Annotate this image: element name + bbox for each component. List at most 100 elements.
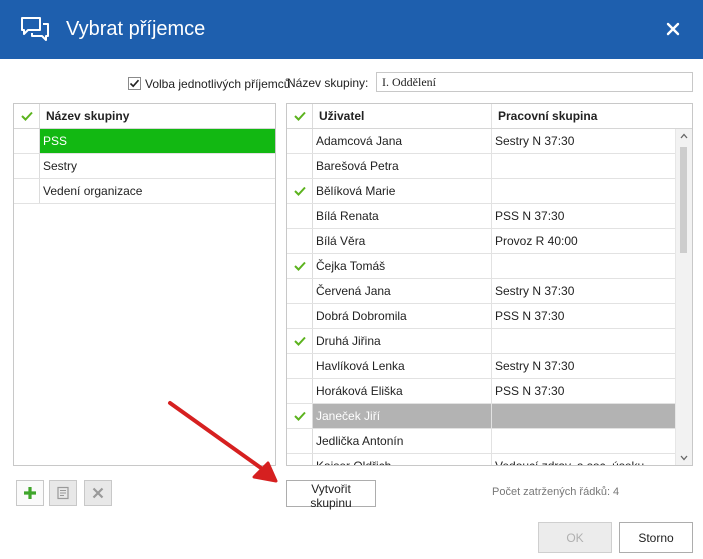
user-row[interactable]: Bílá Věra Provoz R 40:00 bbox=[287, 229, 676, 254]
workgroup-cell: Vedoucí zdrav. a soc. úseku bbox=[495, 459, 645, 466]
group-row[interactable]: Vedení organizace bbox=[14, 179, 275, 204]
scroll-up-icon[interactable] bbox=[680, 133, 688, 139]
user-row[interactable]: Bílá Renata PSS N 37:30 bbox=[287, 204, 676, 229]
user-row[interactable]: Horáková Eliška PSS N 37:30 bbox=[287, 379, 676, 404]
ok-button[interactable]: OK bbox=[538, 522, 612, 553]
user-row[interactable]: Červená Jana Sestry N 37:30 bbox=[287, 279, 676, 304]
plus-icon bbox=[24, 487, 36, 499]
red-arrow-annotation bbox=[168, 401, 278, 483]
group-row[interactable]: Sestry bbox=[14, 154, 275, 179]
row-check-cell[interactable] bbox=[14, 154, 40, 178]
row-check-cell[interactable] bbox=[287, 154, 313, 178]
vertical-scrollbar[interactable] bbox=[675, 129, 692, 465]
users-grid: Uživatel Pracovní skupina Adamcová Jana S… bbox=[286, 103, 693, 466]
group-name-input[interactable] bbox=[376, 72, 693, 92]
cancel-button[interactable]: Storno bbox=[619, 522, 693, 553]
user-name-cell: Havlíková Lenka bbox=[313, 354, 492, 378]
user-name-cell: Červená Jana bbox=[313, 279, 492, 303]
group-row[interactable]: PSS bbox=[14, 129, 275, 154]
user-row[interactable]: Kaiser Oldřich Vedoucí zdrav. a soc. úsek… bbox=[287, 454, 676, 466]
user-row[interactable]: Druhá Jiřina bbox=[287, 329, 676, 354]
scrollbar-thumb[interactable] bbox=[680, 147, 687, 253]
users-grid-body: Adamcová Jana Sestry N 37:30 Barešová Petr… bbox=[287, 129, 676, 466]
user-name-cell: Bílá Renata bbox=[313, 204, 492, 228]
user-column-header[interactable]: Uživatel bbox=[313, 104, 492, 128]
individual-recipients-checkbox[interactable] bbox=[128, 77, 141, 90]
user-name-cell: Adamcová Jana bbox=[313, 129, 492, 153]
groups-grid-header: Název skupiny bbox=[14, 104, 275, 129]
checkmark-icon bbox=[293, 411, 306, 421]
row-check-cell[interactable] bbox=[287, 379, 313, 403]
check-column-header[interactable] bbox=[14, 104, 40, 128]
row-check-cell[interactable] bbox=[287, 429, 313, 453]
user-name-cell: Druhá Jiřina bbox=[313, 329, 492, 353]
row-check-cell[interactable] bbox=[287, 229, 313, 253]
close-icon[interactable] bbox=[664, 20, 682, 38]
workgroup-cell bbox=[492, 329, 676, 353]
chat-bubbles-icon bbox=[21, 17, 49, 41]
workgroup-cell bbox=[492, 429, 676, 453]
checkmark-icon bbox=[293, 261, 306, 271]
user-row[interactable]: Dobrá Dobromila PSS N 37:30 bbox=[287, 304, 676, 329]
row-check-cell[interactable] bbox=[287, 404, 313, 428]
delete-x-icon bbox=[92, 487, 104, 499]
title-bar: Vybrat příjemce bbox=[0, 0, 703, 59]
user-row[interactable]: Jedlička Antonín bbox=[287, 429, 676, 454]
edit-group-button[interactable] bbox=[49, 480, 77, 506]
workgroup-cell bbox=[492, 154, 676, 178]
row-check-cell[interactable] bbox=[287, 179, 313, 203]
row-check-cell[interactable] bbox=[287, 329, 313, 353]
workgroup-cell: Sestry N 37:30 bbox=[495, 359, 575, 373]
add-group-button[interactable] bbox=[16, 480, 44, 506]
workgroup-cell: Sestry N 37:30 bbox=[495, 284, 575, 298]
workgroup-cell: PSS N 37:30 bbox=[495, 309, 565, 323]
workgroup-cell bbox=[492, 404, 676, 428]
row-check-cell[interactable] bbox=[287, 279, 313, 303]
workgroup-cell: Provoz R 40:00 bbox=[495, 234, 578, 248]
user-name-cell: Dobrá Dobromila bbox=[313, 304, 492, 328]
row-check-cell[interactable] bbox=[14, 179, 40, 203]
user-name-cell: Barešová Petra bbox=[313, 154, 492, 178]
user-name-cell: Čejka Tomáš bbox=[313, 254, 492, 278]
checked-rows-count: Počet zatržených řádků: 4 bbox=[492, 486, 620, 498]
row-check-cell[interactable] bbox=[287, 204, 313, 228]
row-check-cell[interactable] bbox=[287, 304, 313, 328]
user-row[interactable]: Adamcová Jana Sestry N 37:30 bbox=[287, 129, 676, 154]
individual-recipients-option[interactable]: Volba jednotlivých příjemců bbox=[128, 76, 290, 91]
workgroup-column-header[interactable]: Pracovní skupina bbox=[492, 104, 692, 128]
create-group-button[interactable]: Vytvořit skupinu bbox=[286, 480, 376, 510]
group-name-cell: Vedení organizace bbox=[43, 184, 143, 198]
group-name-cell: PSS bbox=[43, 134, 68, 148]
user-name-cell: Horáková Eliška bbox=[313, 379, 492, 403]
row-check-cell[interactable] bbox=[287, 354, 313, 378]
scroll-down-icon[interactable] bbox=[680, 455, 688, 461]
workgroup-cell: Sestry N 37:30 bbox=[495, 134, 575, 148]
window-title: Vybrat příjemce bbox=[66, 18, 206, 40]
checkmark-icon bbox=[293, 111, 306, 121]
group-name-column-header[interactable]: Název skupiny bbox=[40, 104, 275, 128]
edit-note-icon bbox=[57, 486, 69, 500]
group-name-cell: Sestry bbox=[43, 159, 78, 173]
user-name-cell: Jedlička Antonín bbox=[313, 429, 492, 453]
row-check-cell[interactable] bbox=[287, 129, 313, 153]
checkmark-icon bbox=[293, 186, 306, 196]
user-row[interactable]: Janeček Jiří bbox=[287, 404, 676, 429]
check-column-header[interactable] bbox=[287, 104, 313, 128]
checkmark-icon bbox=[129, 79, 140, 88]
delete-group-button[interactable] bbox=[84, 480, 112, 506]
user-row[interactable]: Barešová Petra bbox=[287, 154, 676, 179]
individual-recipients-label: Volba jednotlivých příjemců bbox=[145, 76, 291, 91]
checkmark-icon bbox=[293, 336, 306, 346]
user-name-cell: Bílá Věra bbox=[313, 229, 492, 253]
workgroup-cell: PSS N 37:30 bbox=[495, 384, 565, 398]
row-check-cell[interactable] bbox=[287, 454, 313, 465]
user-row[interactable]: Bělíková Marie bbox=[287, 179, 676, 204]
user-row[interactable]: Čejka Tomáš bbox=[287, 254, 676, 279]
user-row[interactable]: Havlíková Lenka Sestry N 37:30 bbox=[287, 354, 676, 379]
group-name-label: Název skupiny: bbox=[287, 76, 369, 90]
row-check-cell[interactable] bbox=[14, 129, 40, 153]
users-grid-header: Uživatel Pracovní skupina bbox=[287, 104, 692, 129]
user-name-cell: Janeček Jiří bbox=[313, 404, 492, 428]
row-check-cell[interactable] bbox=[287, 254, 313, 278]
workgroup-cell: PSS N 37:30 bbox=[495, 209, 565, 223]
